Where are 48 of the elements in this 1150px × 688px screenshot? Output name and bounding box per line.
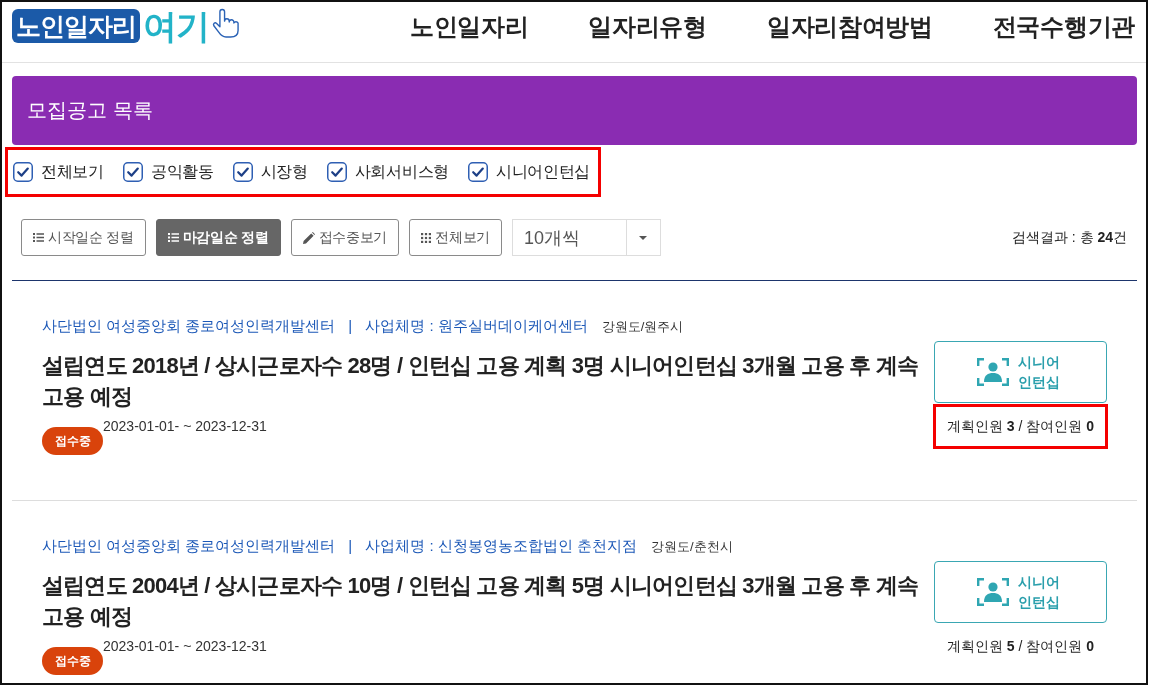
- divider-text: |: [348, 536, 353, 556]
- organization-link[interactable]: 사단법인 여성중앙회 종로여성인력개발센터: [42, 535, 336, 557]
- list-icon: [33, 233, 44, 242]
- page-size-select[interactable]: 10개씩: [511, 219, 661, 256]
- status-badge: 접수중: [42, 427, 103, 455]
- checkbox[interactable]: [326, 162, 347, 182]
- participant-count: 계획인원 3 / 참여인원 0: [946, 417, 1094, 436]
- period-text: 2023-01-01- ~ 2023-12-31: [103, 637, 267, 656]
- nav-link[interactable]: 전국수행기관: [992, 11, 1135, 43]
- business-name-link[interactable]: 사업체명 : 신청봉영농조합법인 춘천지점: [365, 535, 637, 557]
- filter-label[interactable]: 시장형: [260, 161, 308, 183]
- person-frame-icon: [977, 358, 1009, 386]
- checkbox[interactable]: [122, 162, 143, 182]
- grid-icon: [421, 232, 432, 243]
- organization-link[interactable]: 사단법인 여성중앙회 종로여성인력개발센터: [42, 315, 336, 337]
- person-frame-icon: [977, 578, 1009, 606]
- category-label: 시니어 인턴십: [1018, 353, 1061, 392]
- period-text: 2023-01-01- ~ 2023-12-31: [103, 417, 267, 436]
- list-icon: [167, 233, 179, 242]
- filter-label[interactable]: 전체보기: [41, 161, 104, 183]
- checkbox[interactable]: [13, 162, 33, 182]
- participant-count: 계획인원 5 / 참여인원 0: [946, 637, 1094, 656]
- filter-label[interactable]: 시니어인턴십: [495, 161, 591, 183]
- checkbox[interactable]: [232, 162, 253, 182]
- nav-link[interactable]: 일자리유형: [588, 11, 707, 43]
- search-result-count: 검색결과 : 총 24건: [1011, 228, 1127, 247]
- listing-title[interactable]: 설립연도 2004년 / 상시근로자수 10명 / 인턴십 고용 계획 5명 시니어인턴십 3개월 고용 후 계속 고용 예정: [42, 570, 932, 632]
- pointing-hand-icon: [212, 8, 239, 38]
- nav-link[interactable]: 노인일자리: [409, 11, 529, 43]
- category-label: 시니어 인턴십: [1018, 573, 1061, 612]
- listing-title[interactable]: 설립연도 2018년 / 상시근로자수 28명 / 인턴십 고용 계획 3명 시니어인턴십 3개월 고용 후 계속 고용 예정: [42, 350, 932, 412]
- region-text: 강원도/춘천시: [650, 538, 733, 556]
- toolbar-button[interactable]: 시작일순 정렬: [21, 219, 146, 256]
- caret-down-icon: [639, 235, 648, 240]
- toolbar-button[interactable]: 전체보기: [409, 219, 502, 256]
- banner-title: 모집공고 목록: [27, 98, 153, 123]
- logo-text[interactable]: 노인일자리: [12, 9, 140, 43]
- filter-label[interactable]: 사회서비스형: [354, 161, 449, 183]
- region-text: 강원도/원주시: [601, 318, 684, 336]
- status-badge: 접수중: [42, 647, 103, 675]
- pencil-icon: [302, 231, 315, 244]
- filter-label[interactable]: 공익활동: [150, 161, 214, 183]
- divider-text: |: [348, 316, 353, 336]
- business-name-link[interactable]: 사업체명 : 원주실버데이케어센터: [365, 315, 588, 337]
- toolbar-button[interactable]: 마감일순 정렬: [155, 219, 281, 256]
- nav-link[interactable]: 일자리참여방법: [766, 11, 933, 43]
- toolbar-button[interactable]: 접수중보기: [290, 219, 400, 256]
- checkbox[interactable]: [467, 162, 488, 182]
